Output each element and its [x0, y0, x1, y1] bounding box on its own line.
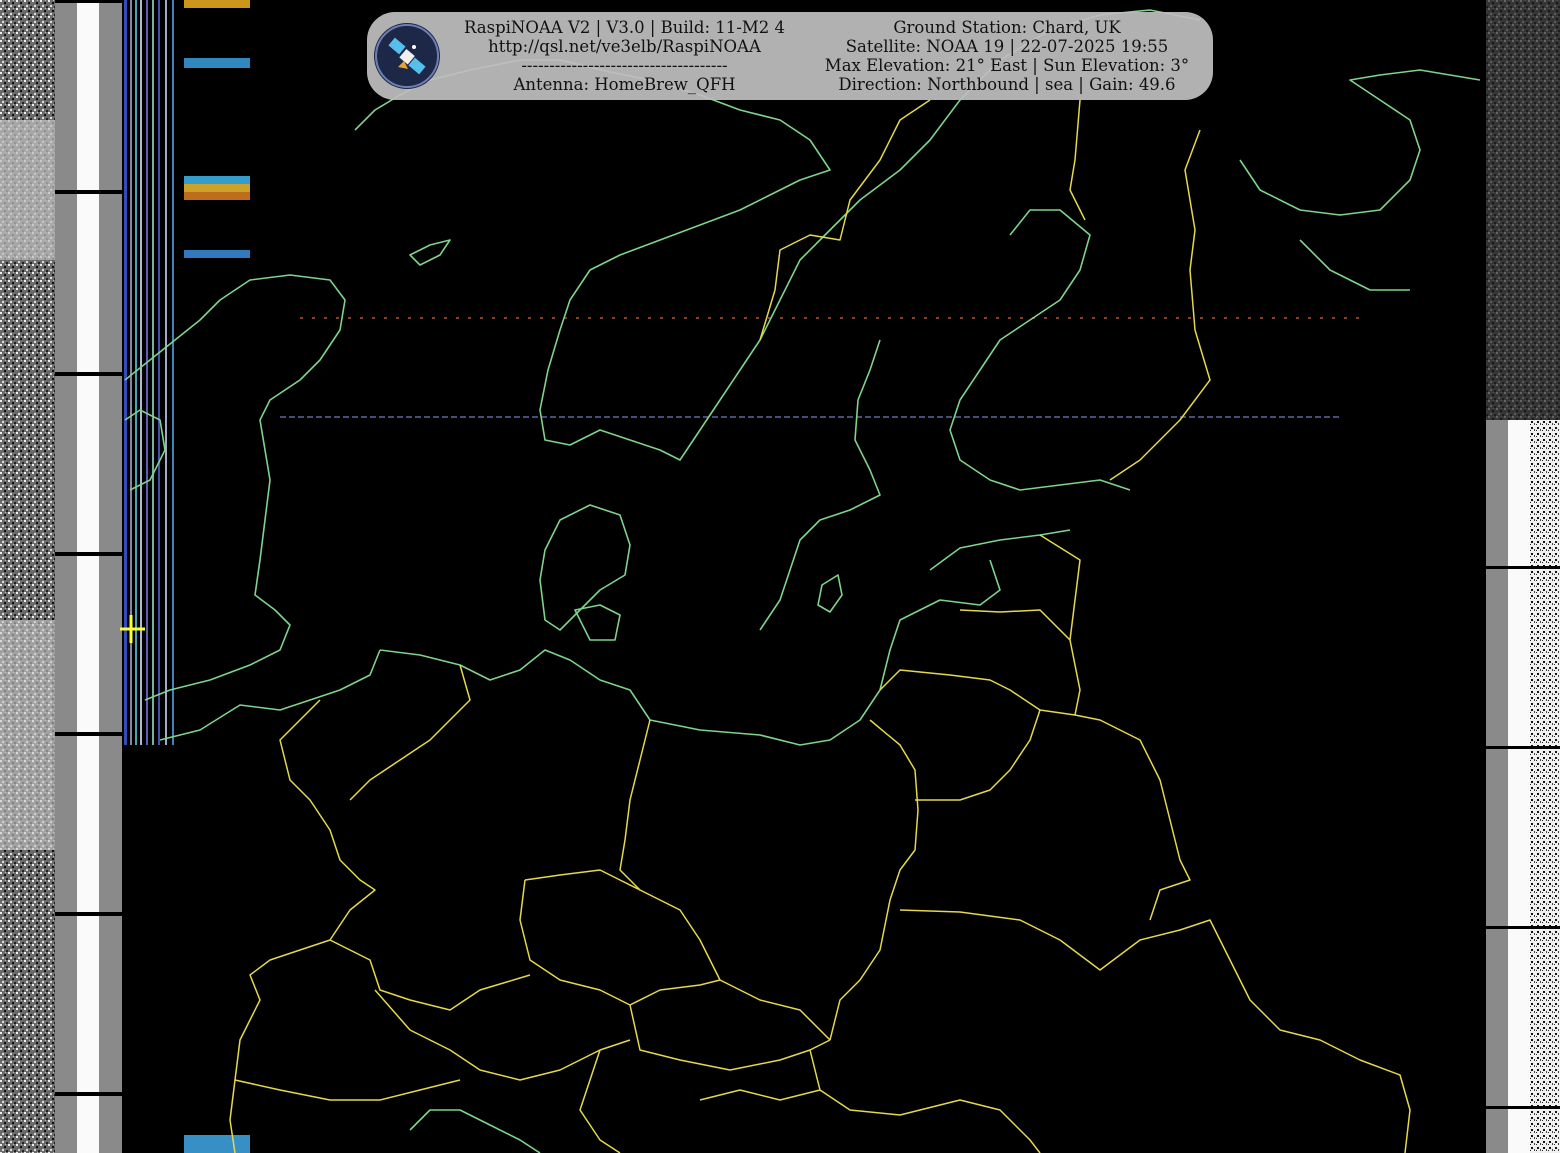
- banner-left-column: RaspiNOAA V2 | V3.0 | Build: 11-M2 4 htt…: [457, 18, 792, 94]
- satellite-icon: [374, 23, 440, 89]
- left-telemetry-strip: [0, 0, 122, 1153]
- coastline-overlay: [124, 9, 1481, 1153]
- elevation-info: Max Elevation: 21° East | Sun Elevation:…: [824, 56, 1190, 75]
- pass-info-banner: RaspiNOAA V2 | V3.0 | Build: 11-M2 4 htt…: [367, 12, 1213, 100]
- direction-gain-info: Direction: Northbound | sea | Gain: 49.6: [838, 75, 1176, 94]
- project-url: http://qsl.net/ve3elb/RaspiNOAA: [488, 37, 761, 56]
- scan-artifacts: [280, 317, 1360, 418]
- separator-line: -------------------------------------: [521, 56, 728, 75]
- antenna-info: Antenna: HomeBrew_QFH: [513, 75, 736, 94]
- ground-station: Ground Station: Chard, UK: [893, 18, 1121, 37]
- right-telemetry-strip: [1486, 0, 1560, 1153]
- satellite-pass-info: Satellite: NOAA 19 | 22-07-2025 19:55: [845, 37, 1169, 56]
- software-version: RaspiNOAA V2 | V3.0 | Build: 11-M2 4: [463, 18, 786, 37]
- noaa-satellite-image: [0, 0, 1560, 1153]
- signal-noise-band: [124, 0, 250, 1153]
- border-overlay: [229, 99, 1411, 1153]
- banner-right-column: Ground Station: Chard, UK Satellite: NOA…: [807, 18, 1207, 94]
